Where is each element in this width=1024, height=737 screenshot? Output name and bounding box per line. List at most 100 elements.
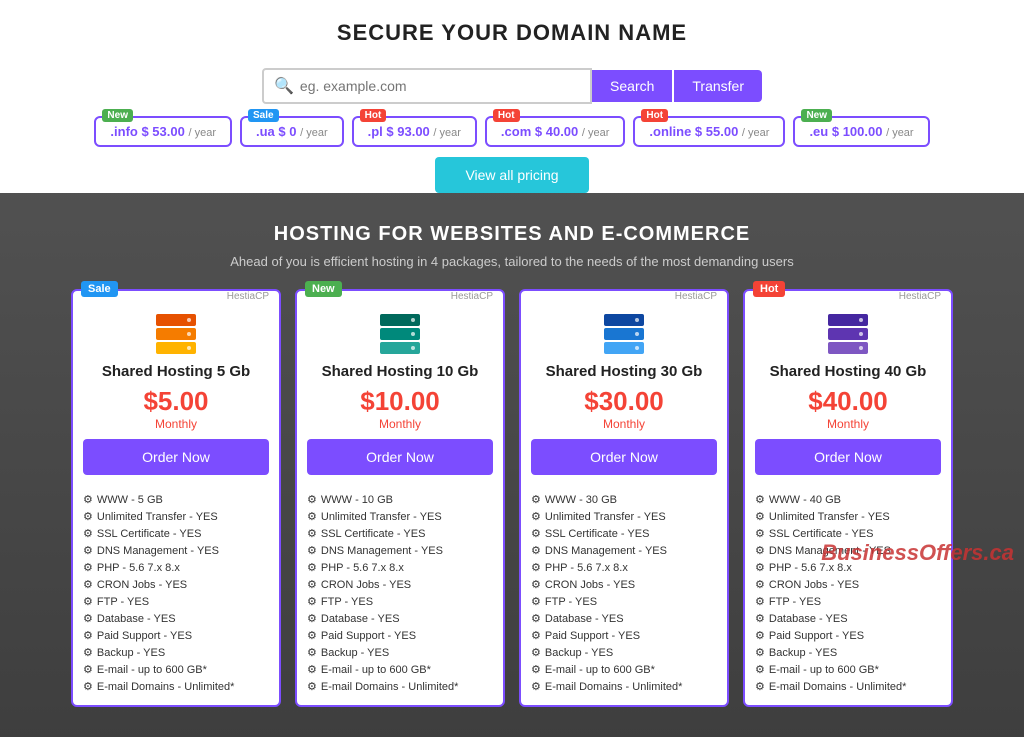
hosting-card-3: Hot HestiaCP Shared Hosting 40 Gb $40.00… (743, 289, 953, 707)
feature-icon: ⚙ (531, 493, 541, 506)
feature-icon: ⚙ (307, 527, 317, 540)
card-price: $30.00 (521, 386, 727, 417)
search-bar: 🔍 Search Transfer (262, 68, 762, 104)
pill-badge: Hot (493, 109, 520, 122)
feature-icon: ⚙ (755, 493, 765, 506)
pill-per-year: / year (188, 127, 216, 139)
feature-icon: ⚙ (307, 646, 317, 659)
pill-per-year: / year (433, 127, 461, 139)
header: SECURE YOUR DOMAIN NAME (0, 0, 1024, 56)
feature-item: ⚙Unlimited Transfer - YES (755, 508, 941, 525)
domain-pill-2[interactable]: Hot .pl $ 93.00 / year (352, 116, 477, 147)
order-button[interactable]: Order Now (83, 439, 269, 475)
hosting-card-1: New HestiaCP Shared Hosting 10 Gb $10.00… (295, 289, 505, 707)
feature-icon: ⚙ (755, 680, 765, 693)
feature-item: ⚙Unlimited Transfer - YES (531, 508, 717, 525)
feature-icon: ⚙ (531, 663, 541, 676)
hosting-cards: Sale HestiaCP Shared Hosting 5 Gb $5.00 … (20, 289, 1004, 707)
feature-icon: ⚙ (755, 544, 765, 557)
feature-item: ⚙CRON Jobs - YES (83, 576, 269, 593)
feature-icon: ⚙ (83, 629, 93, 642)
feature-item: ⚙E-mail - up to 600 GB* (755, 661, 941, 678)
feature-item: ⚙Paid Support - YES (755, 627, 941, 644)
feature-list: ⚙WWW - 40 GB⚙Unlimited Transfer - YES⚙SS… (745, 485, 951, 695)
feature-icon: ⚙ (307, 680, 317, 693)
feature-icon: ⚙ (83, 578, 93, 591)
feature-icon: ⚙ (307, 493, 317, 506)
order-button[interactable]: Order Now (307, 439, 493, 475)
order-button[interactable]: Order Now (531, 439, 717, 475)
transfer-button[interactable]: Transfer (674, 70, 762, 102)
feature-icon: ⚙ (83, 595, 93, 608)
feature-item: ⚙E-mail - up to 600 GB* (83, 661, 269, 678)
feature-icon: ⚙ (307, 663, 317, 676)
feature-item: ⚙DNS Management - YES (83, 542, 269, 559)
feature-icon: ⚙ (531, 527, 541, 540)
feature-icon: ⚙ (755, 663, 765, 676)
domain-pill-3[interactable]: Hot .com $ 40.00 / year (485, 116, 625, 147)
feature-icon: ⚙ (755, 561, 765, 574)
card-price: $5.00 (73, 386, 279, 417)
feature-icon: ⚙ (307, 595, 317, 608)
domain-pill-1[interactable]: Sale .ua $ 0 / year (240, 116, 344, 147)
view-all-button[interactable]: View all pricing (435, 157, 588, 193)
card-brand: HestiaCP (521, 291, 727, 302)
feature-icon: ⚙ (307, 578, 317, 591)
feature-item: ⚙Backup - YES (83, 644, 269, 661)
pill-tld: .eu (809, 124, 828, 139)
feature-item: ⚙SSL Certificate - YES (307, 525, 493, 542)
domain-pill-4[interactable]: Hot .online $ 55.00 / year (633, 116, 785, 147)
feature-item: ⚙Paid Support - YES (531, 627, 717, 644)
feature-item: ⚙E-mail Domains - Unlimited* (83, 678, 269, 695)
feature-icon: ⚙ (755, 595, 765, 608)
feature-item: ⚙Backup - YES (307, 644, 493, 661)
pill-badge: Sale (248, 109, 279, 122)
feature-icon: ⚙ (531, 612, 541, 625)
feature-list: ⚙WWW - 10 GB⚙Unlimited Transfer - YES⚙SS… (297, 485, 503, 695)
card-title: Shared Hosting 30 Gb (521, 359, 727, 382)
feature-icon: ⚙ (531, 595, 541, 608)
search-button[interactable]: Search (592, 70, 672, 102)
feature-item: ⚙Unlimited Transfer - YES (307, 508, 493, 525)
feature-item: ⚙Backup - YES (531, 644, 717, 661)
feature-item: ⚙FTP - YES (307, 593, 493, 610)
feature-icon: ⚙ (83, 493, 93, 506)
feature-item: ⚙WWW - 40 GB (755, 491, 941, 508)
feature-item: ⚙PHP - 5.6 7.x 8.x (531, 559, 717, 576)
feature-icon: ⚙ (531, 629, 541, 642)
pill-tld: .online (649, 124, 691, 139)
feature-item: ⚙FTP - YES (83, 593, 269, 610)
card-monthly: Monthly (745, 417, 951, 431)
feature-item: ⚙Paid Support - YES (307, 627, 493, 644)
feature-item: ⚙WWW - 30 GB (531, 491, 717, 508)
pill-tld: .ua (256, 124, 275, 139)
domain-pill-0[interactable]: New .info $ 53.00 / year (94, 116, 232, 147)
feature-item: ⚙SSL Certificate - YES (755, 525, 941, 542)
feature-icon: ⚙ (531, 544, 541, 557)
search-input[interactable] (300, 78, 580, 94)
order-button[interactable]: Order Now (755, 439, 941, 475)
feature-icon: ⚙ (83, 544, 93, 557)
feature-item: ⚙Database - YES (307, 610, 493, 627)
pill-price: $ 93.00 (386, 124, 433, 139)
feature-item: ⚙WWW - 10 GB (307, 491, 493, 508)
feature-icon: ⚙ (307, 510, 317, 523)
hosting-title: HOSTING FOR WEBSITES AND E-COMMERCE (20, 223, 1004, 246)
card-image (73, 304, 279, 359)
card-price: $40.00 (745, 386, 951, 417)
feature-item: ⚙CRON Jobs - YES (307, 576, 493, 593)
search-input-wrap: 🔍 (262, 68, 592, 104)
pill-per-year: / year (300, 127, 328, 139)
pill-tld: .pl (368, 124, 383, 139)
pill-badge: Hot (641, 109, 668, 122)
domain-pill-5[interactable]: New .eu $ 100.00 / year (793, 116, 929, 147)
pill-badge: New (801, 109, 832, 122)
feature-item: ⚙Database - YES (83, 610, 269, 627)
card-title: Shared Hosting 40 Gb (745, 359, 951, 382)
view-all-wrap: View all pricing (0, 157, 1024, 193)
feature-item: ⚙DNS Management - YES (307, 542, 493, 559)
feature-icon: ⚙ (83, 527, 93, 540)
search-icon: 🔍 (274, 76, 294, 96)
feature-item: ⚙FTP - YES (531, 593, 717, 610)
hosting-card-0: Sale HestiaCP Shared Hosting 5 Gb $5.00 … (71, 289, 281, 707)
